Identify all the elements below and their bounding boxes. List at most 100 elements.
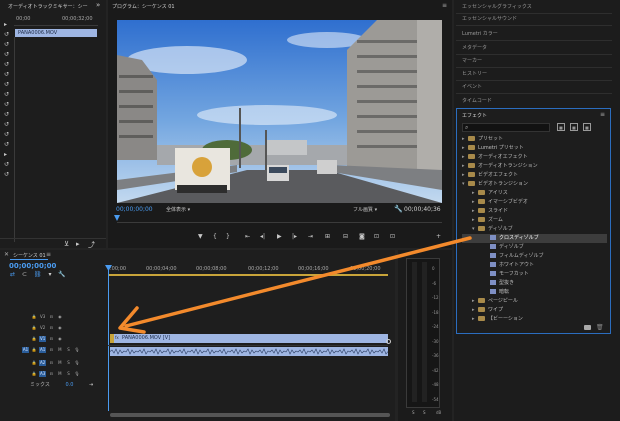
mic-icon[interactable]: 🎙 xyxy=(74,371,81,377)
sync-lock-icon[interactable]: ⊟ xyxy=(48,360,55,366)
lock-icon[interactable]: 🔒 xyxy=(31,325,38,331)
reset-icon[interactable]: ↺ xyxy=(4,140,12,150)
tree-item-dissolve[interactable]: ディゾルブ xyxy=(490,243,524,252)
tree-item-morph-cut[interactable]: モーフカット xyxy=(490,270,529,279)
work-area-bar[interactable] xyxy=(108,274,388,276)
timeline-close-icon[interactable]: ✕ xyxy=(4,251,9,258)
source-panel-tab[interactable]: オーディオトラックミキサー：シーケ xyxy=(8,3,88,10)
track-label[interactable]: A2 xyxy=(39,360,47,366)
step-forward-icon[interactable]: |▸ xyxy=(292,233,297,240)
mark-in-icon[interactable]: { xyxy=(213,233,217,240)
eye-icon[interactable]: ◉ xyxy=(56,336,63,342)
comparison-icon[interactable]: ⊡ xyxy=(374,233,379,240)
scrollbar-thumb[interactable] xyxy=(110,413,390,417)
menu-events[interactable]: イベント xyxy=(462,82,482,92)
sync-lock-icon[interactable]: ⊟ xyxy=(48,371,55,377)
tree-item-white-out[interactable]: ホワイトアウト xyxy=(490,261,534,270)
source-patch-icon[interactable] xyxy=(22,312,29,318)
add-marker-icon[interactable]: ▼ xyxy=(198,233,203,240)
eye-icon[interactable]: ◉ xyxy=(56,325,63,331)
export-icon[interactable]: ⤴ xyxy=(88,240,95,250)
tree-item-presets[interactable]: ▸ プリセット xyxy=(462,135,503,144)
go-to-out-icon[interactable]: ⇥ xyxy=(308,233,313,240)
program-monitor-title[interactable]: プログラム：シーケンス 01 xyxy=(112,3,175,10)
source-patch-icon[interactable] xyxy=(22,323,29,329)
timeline-playhead[interactable] xyxy=(108,266,109,411)
add-button-icon[interactable]: + xyxy=(436,233,441,240)
track-label[interactable]: V3 xyxy=(39,314,46,320)
track-label[interactable]: V2 xyxy=(39,325,46,331)
mic-icon[interactable]: 🎙 xyxy=(74,360,81,366)
tree-item-audio-effects[interactable]: ▸ オーディオエフェクト xyxy=(462,153,528,162)
panel-menu-icon[interactable]: ≡ xyxy=(46,251,51,258)
tree-item-cross-dissolve[interactable]: クロスディゾルブ xyxy=(462,234,607,243)
timeline-settings-icon[interactable]: 🔧 xyxy=(58,271,65,278)
trim-icon[interactable]: ⊡ xyxy=(390,233,395,240)
menu-markers[interactable]: マーカー xyxy=(462,56,482,66)
lock-icon[interactable]: 🔒 xyxy=(31,360,38,366)
zoom-select[interactable]: 全体表示 ▾ xyxy=(166,206,190,213)
reset-icon[interactable]: ↺ xyxy=(4,90,12,100)
lock-icon[interactable]: 🔒 xyxy=(31,336,38,342)
reset-icon[interactable]: ↺ xyxy=(4,30,12,40)
eye-icon[interactable]: ◉ xyxy=(56,314,63,320)
lock-icon[interactable]: 🔒 xyxy=(31,314,38,320)
reset-icon[interactable]: ↺ xyxy=(4,70,12,80)
lock-icon[interactable]: 🔒 xyxy=(31,347,38,353)
mix-value[interactable]: 0.0 xyxy=(65,382,73,388)
sync-lock-icon[interactable]: ⊟ xyxy=(48,347,55,353)
track-label[interactable]: V1 xyxy=(39,336,47,342)
tree-item-video-effects[interactable]: ▸ ビデオエフェクト xyxy=(462,171,518,180)
go-to-in-icon[interactable]: ⇤ xyxy=(245,233,250,240)
clip-end-handle[interactable] xyxy=(386,339,391,344)
effects-panel-title[interactable]: エフェクト xyxy=(462,112,487,119)
filter-icon[interactable]: ⊻ xyxy=(64,240,69,248)
program-current-time[interactable]: 00;00;00;00 xyxy=(116,206,153,213)
reset-icon[interactable]: ↺ xyxy=(4,170,12,180)
tree-item-additive[interactable]: 型抜き xyxy=(490,279,514,288)
source-clip[interactable]: PANA0006.MOV xyxy=(15,29,97,37)
timeline-tab[interactable]: シーケンス 01 xyxy=(13,252,46,259)
insert-icon[interactable]: ⊞ xyxy=(325,233,330,240)
lock-icon[interactable]: 🔒 xyxy=(31,371,38,377)
track-label[interactable]: A1 xyxy=(39,347,47,353)
mute-button[interactable]: M xyxy=(56,371,63,377)
track-label[interactable]: A3 xyxy=(39,371,47,377)
reset-icon[interactable]: ↺ xyxy=(4,50,12,60)
tree-item-dissolve-folder[interactable]: ▾ ディゾルブ xyxy=(472,225,513,234)
mute-button[interactable]: M xyxy=(56,360,63,366)
tree-item-page-peel[interactable]: ▸ ページピール xyxy=(472,297,518,306)
panel-menu-icon[interactable]: ≡ xyxy=(442,2,447,9)
timeline-scrollbar[interactable] xyxy=(110,413,390,417)
snap-icon[interactable]: ⊂ xyxy=(22,271,27,278)
meter-solo-right[interactable]: S xyxy=(423,410,426,415)
reset-icon[interactable]: ↺ xyxy=(4,160,12,170)
sync-lock-icon[interactable]: ⊟ xyxy=(48,325,55,331)
tree-item-slide[interactable]: ▸ スライド xyxy=(472,207,508,216)
tree-item-immersive-video[interactable]: ▸ イマーシブビデオ xyxy=(472,198,528,207)
play-triangle-icon[interactable]: ▸ xyxy=(4,20,12,30)
source-patch-icon[interactable] xyxy=(22,369,29,375)
overwrite-icon[interactable]: ⊟ xyxy=(343,233,348,240)
panel-expand-icon[interactable]: » xyxy=(96,1,100,9)
nest-icon[interactable]: ⇄ xyxy=(10,271,15,278)
menu-essential-sound[interactable]: エッセンシャルサウンド xyxy=(462,14,517,24)
mark-out-icon[interactable]: } xyxy=(226,233,230,240)
menu-history[interactable]: ヒストリー xyxy=(462,69,487,79)
source-patch-icon[interactable] xyxy=(22,358,29,364)
new-bin-icon[interactable] xyxy=(584,325,591,330)
timeline-current-time[interactable]: 00;00;00;00 xyxy=(9,262,56,270)
play-button[interactable]: ▶ xyxy=(277,233,282,240)
reset-icon[interactable]: ↺ xyxy=(4,100,12,110)
effects-search[interactable]: ⌕ xyxy=(462,123,550,132)
tree-item-film-dissolve[interactable]: フィルムディゾルブ xyxy=(490,252,543,261)
reset-icon[interactable]: ↺ xyxy=(4,120,12,130)
sync-lock-icon[interactable]: ⊟ xyxy=(48,314,55,320)
panel-menu-icon[interactable]: ≡ xyxy=(600,111,605,118)
sync-lock-icon[interactable]: ⊟ xyxy=(48,336,55,342)
reset-icon[interactable]: ↺ xyxy=(4,40,12,50)
tree-item-video-transitions[interactable]: ▾ ビデオトランジション xyxy=(462,180,528,189)
reset-icon[interactable]: ↺ xyxy=(4,130,12,140)
solo-button[interactable]: S xyxy=(65,360,72,366)
reset-icon[interactable]: ↺ xyxy=(4,110,12,120)
